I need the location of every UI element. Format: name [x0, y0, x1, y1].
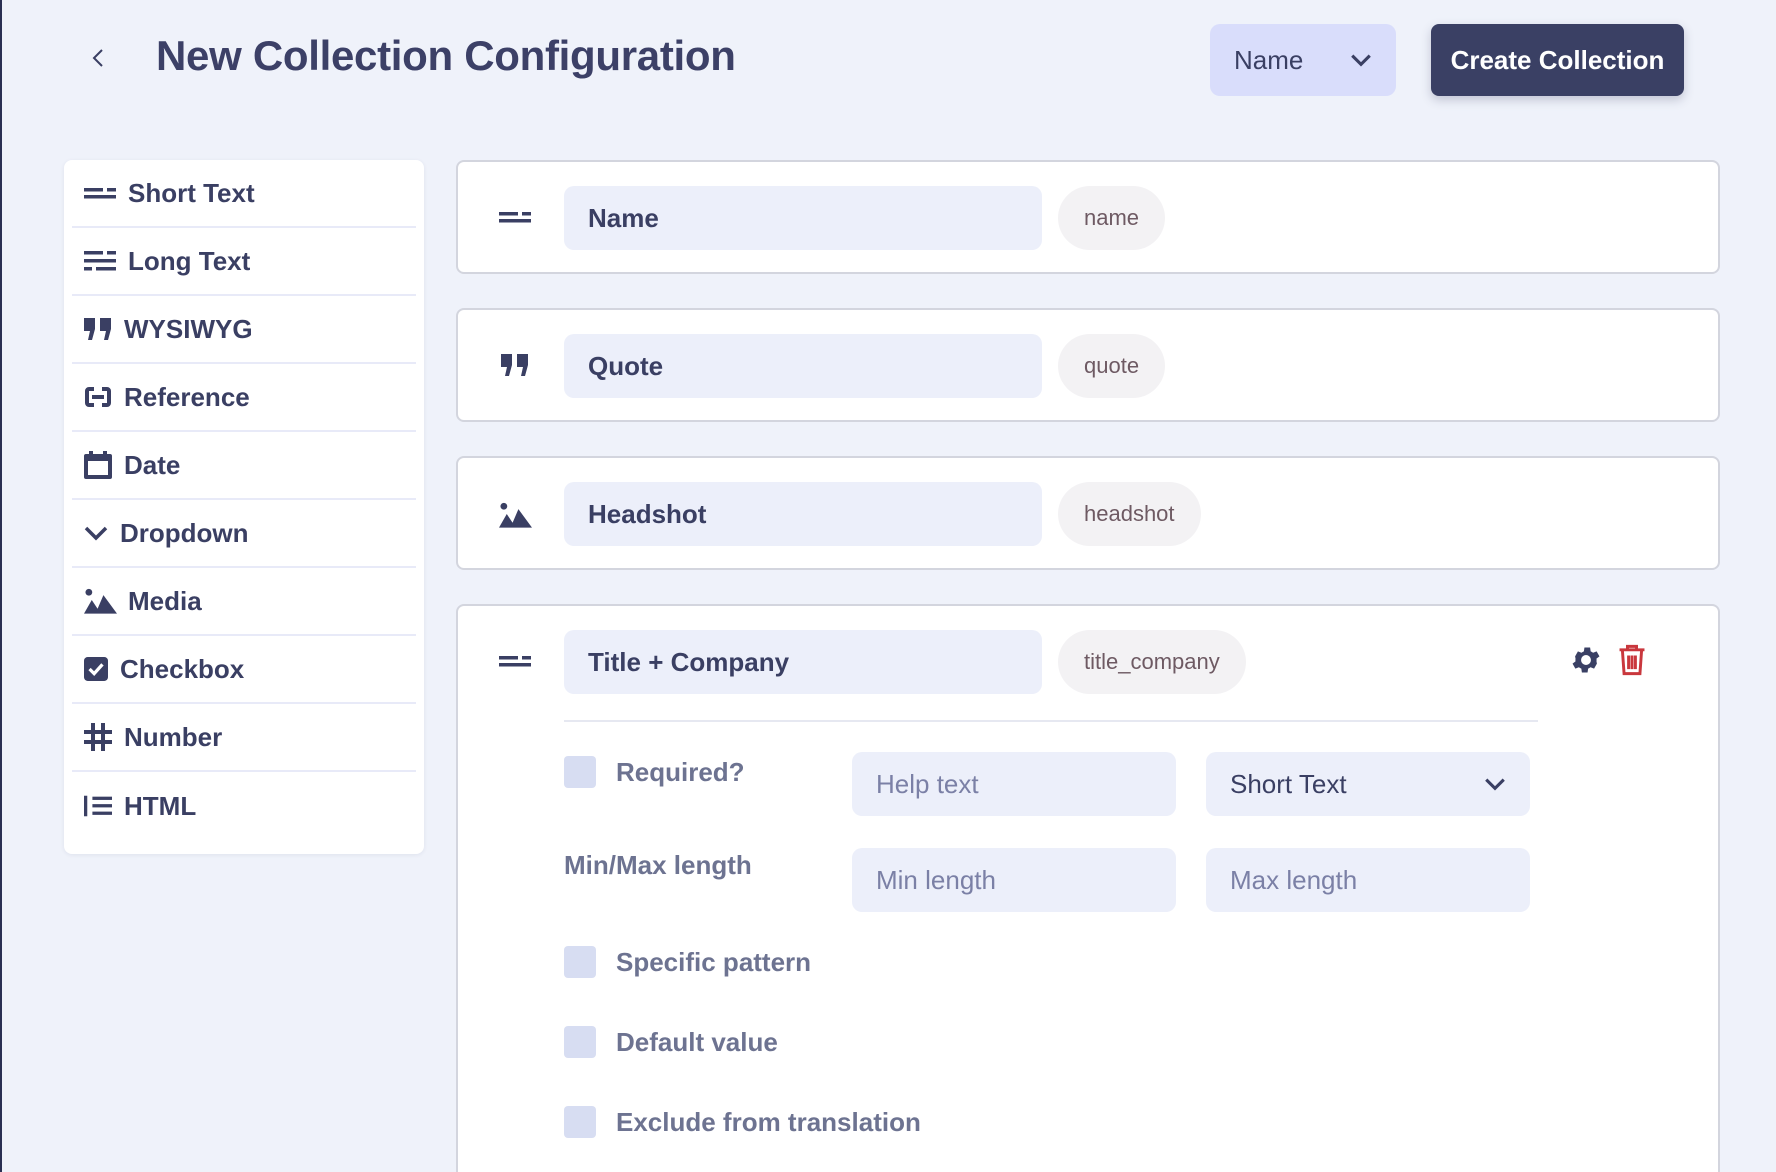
- list-icon: [84, 791, 114, 821]
- palette-item-label: HTML: [124, 790, 197, 821]
- field-delete-button[interactable]: [1614, 642, 1650, 678]
- specific-pattern-label: Specific pattern: [616, 946, 812, 977]
- palette-item-short-text[interactable]: Short Text: [72, 160, 416, 228]
- required-checkbox[interactable]: [564, 756, 596, 788]
- min-max-length-label: Min/Max length: [564, 850, 752, 880]
- long-text-icon: [84, 246, 118, 276]
- field-label-input[interactable]: Name: [564, 186, 1042, 250]
- hash-icon: [84, 722, 114, 752]
- palette-item-label: Short Text: [128, 177, 255, 208]
- chevron-down-icon: [84, 518, 110, 548]
- short-text-icon: [496, 644, 534, 678]
- field-card[interactable]: Quote quote: [456, 308, 1720, 422]
- field-key-badge: name: [1058, 186, 1166, 250]
- palette-item-wysiwyg[interactable]: WYSIWYG: [72, 296, 416, 364]
- field-type-select-value: Short Text: [1230, 768, 1347, 799]
- palette-item-html[interactable]: HTML: [72, 772, 416, 840]
- chevron-left-icon: [92, 49, 103, 67]
- exclude-translation-label: Exclude from translation: [616, 1106, 921, 1137]
- palette-item-date[interactable]: Date: [72, 432, 416, 500]
- palette-item-label: WYSIWYG: [124, 313, 253, 344]
- field-label-input[interactable]: Title + Company: [564, 630, 1042, 694]
- quote-icon: [496, 348, 534, 382]
- chevron-down-icon: [1350, 53, 1372, 67]
- palette-item-label: Checkbox: [120, 653, 245, 684]
- image-icon: [496, 498, 534, 532]
- link-icon: [84, 382, 114, 412]
- short-text-icon: [84, 178, 118, 208]
- palette-item-label: Number: [124, 721, 223, 752]
- checkbox-icon: [84, 654, 110, 684]
- field-settings-button[interactable]: [1568, 642, 1604, 678]
- default-value-label: Default value: [616, 1026, 778, 1057]
- specific-pattern-checkbox[interactable]: [564, 946, 596, 978]
- display-field-select-value: Name: [1234, 44, 1304, 75]
- quote-icon: [84, 314, 114, 344]
- field-key-badge: title_company: [1058, 630, 1246, 694]
- calendar-icon: [84, 450, 114, 480]
- field-type-palette: Short Text Long Text WYSIWYG Reference D…: [64, 160, 424, 854]
- field-label-input[interactable]: Headshot: [564, 482, 1042, 546]
- palette-item-reference[interactable]: Reference: [72, 364, 416, 432]
- palette-item-number[interactable]: Number: [72, 704, 416, 772]
- help-text-input[interactable]: [852, 752, 1176, 816]
- palette-item-label: Long Text: [128, 245, 251, 276]
- palette-item-label: Dropdown: [120, 517, 249, 548]
- display-field-select[interactable]: Name: [1210, 24, 1396, 96]
- short-text-icon: [496, 200, 534, 234]
- gear-icon: [1572, 647, 1600, 673]
- field-card-expanded[interactable]: Title + Company title_company Required? …: [456, 604, 1720, 1172]
- field-card[interactable]: Headshot headshot: [456, 456, 1720, 570]
- back-button[interactable]: [86, 46, 110, 70]
- field-type-select[interactable]: Short Text: [1206, 752, 1530, 816]
- chevron-down-icon: [1484, 777, 1506, 791]
- field-key-badge: headshot: [1058, 482, 1201, 546]
- create-collection-button[interactable]: Create Collection: [1431, 24, 1684, 96]
- default-value-checkbox[interactable]: [564, 1026, 596, 1058]
- palette-item-label: Date: [124, 449, 181, 480]
- required-label: Required?: [616, 756, 745, 787]
- field-config-divider: [564, 720, 1538, 722]
- palette-item-long-text[interactable]: Long Text: [72, 228, 416, 296]
- palette-item-checkbox[interactable]: Checkbox: [72, 636, 416, 704]
- min-length-input[interactable]: [852, 848, 1176, 912]
- palette-item-media[interactable]: Media: [72, 568, 416, 636]
- trash-icon: [1619, 644, 1645, 676]
- field-label-input[interactable]: Quote: [564, 334, 1042, 398]
- page-title: New Collection Configuration: [156, 32, 736, 79]
- palette-item-label: Media: [128, 585, 202, 616]
- image-icon: [84, 586, 118, 616]
- palette-item-dropdown[interactable]: Dropdown: [72, 500, 416, 568]
- max-length-input[interactable]: [1206, 848, 1530, 912]
- exclude-translation-checkbox[interactable]: [564, 1106, 596, 1138]
- palette-item-label: Reference: [124, 381, 250, 412]
- field-card[interactable]: Name name: [456, 160, 1720, 274]
- field-key-badge: quote: [1058, 334, 1166, 398]
